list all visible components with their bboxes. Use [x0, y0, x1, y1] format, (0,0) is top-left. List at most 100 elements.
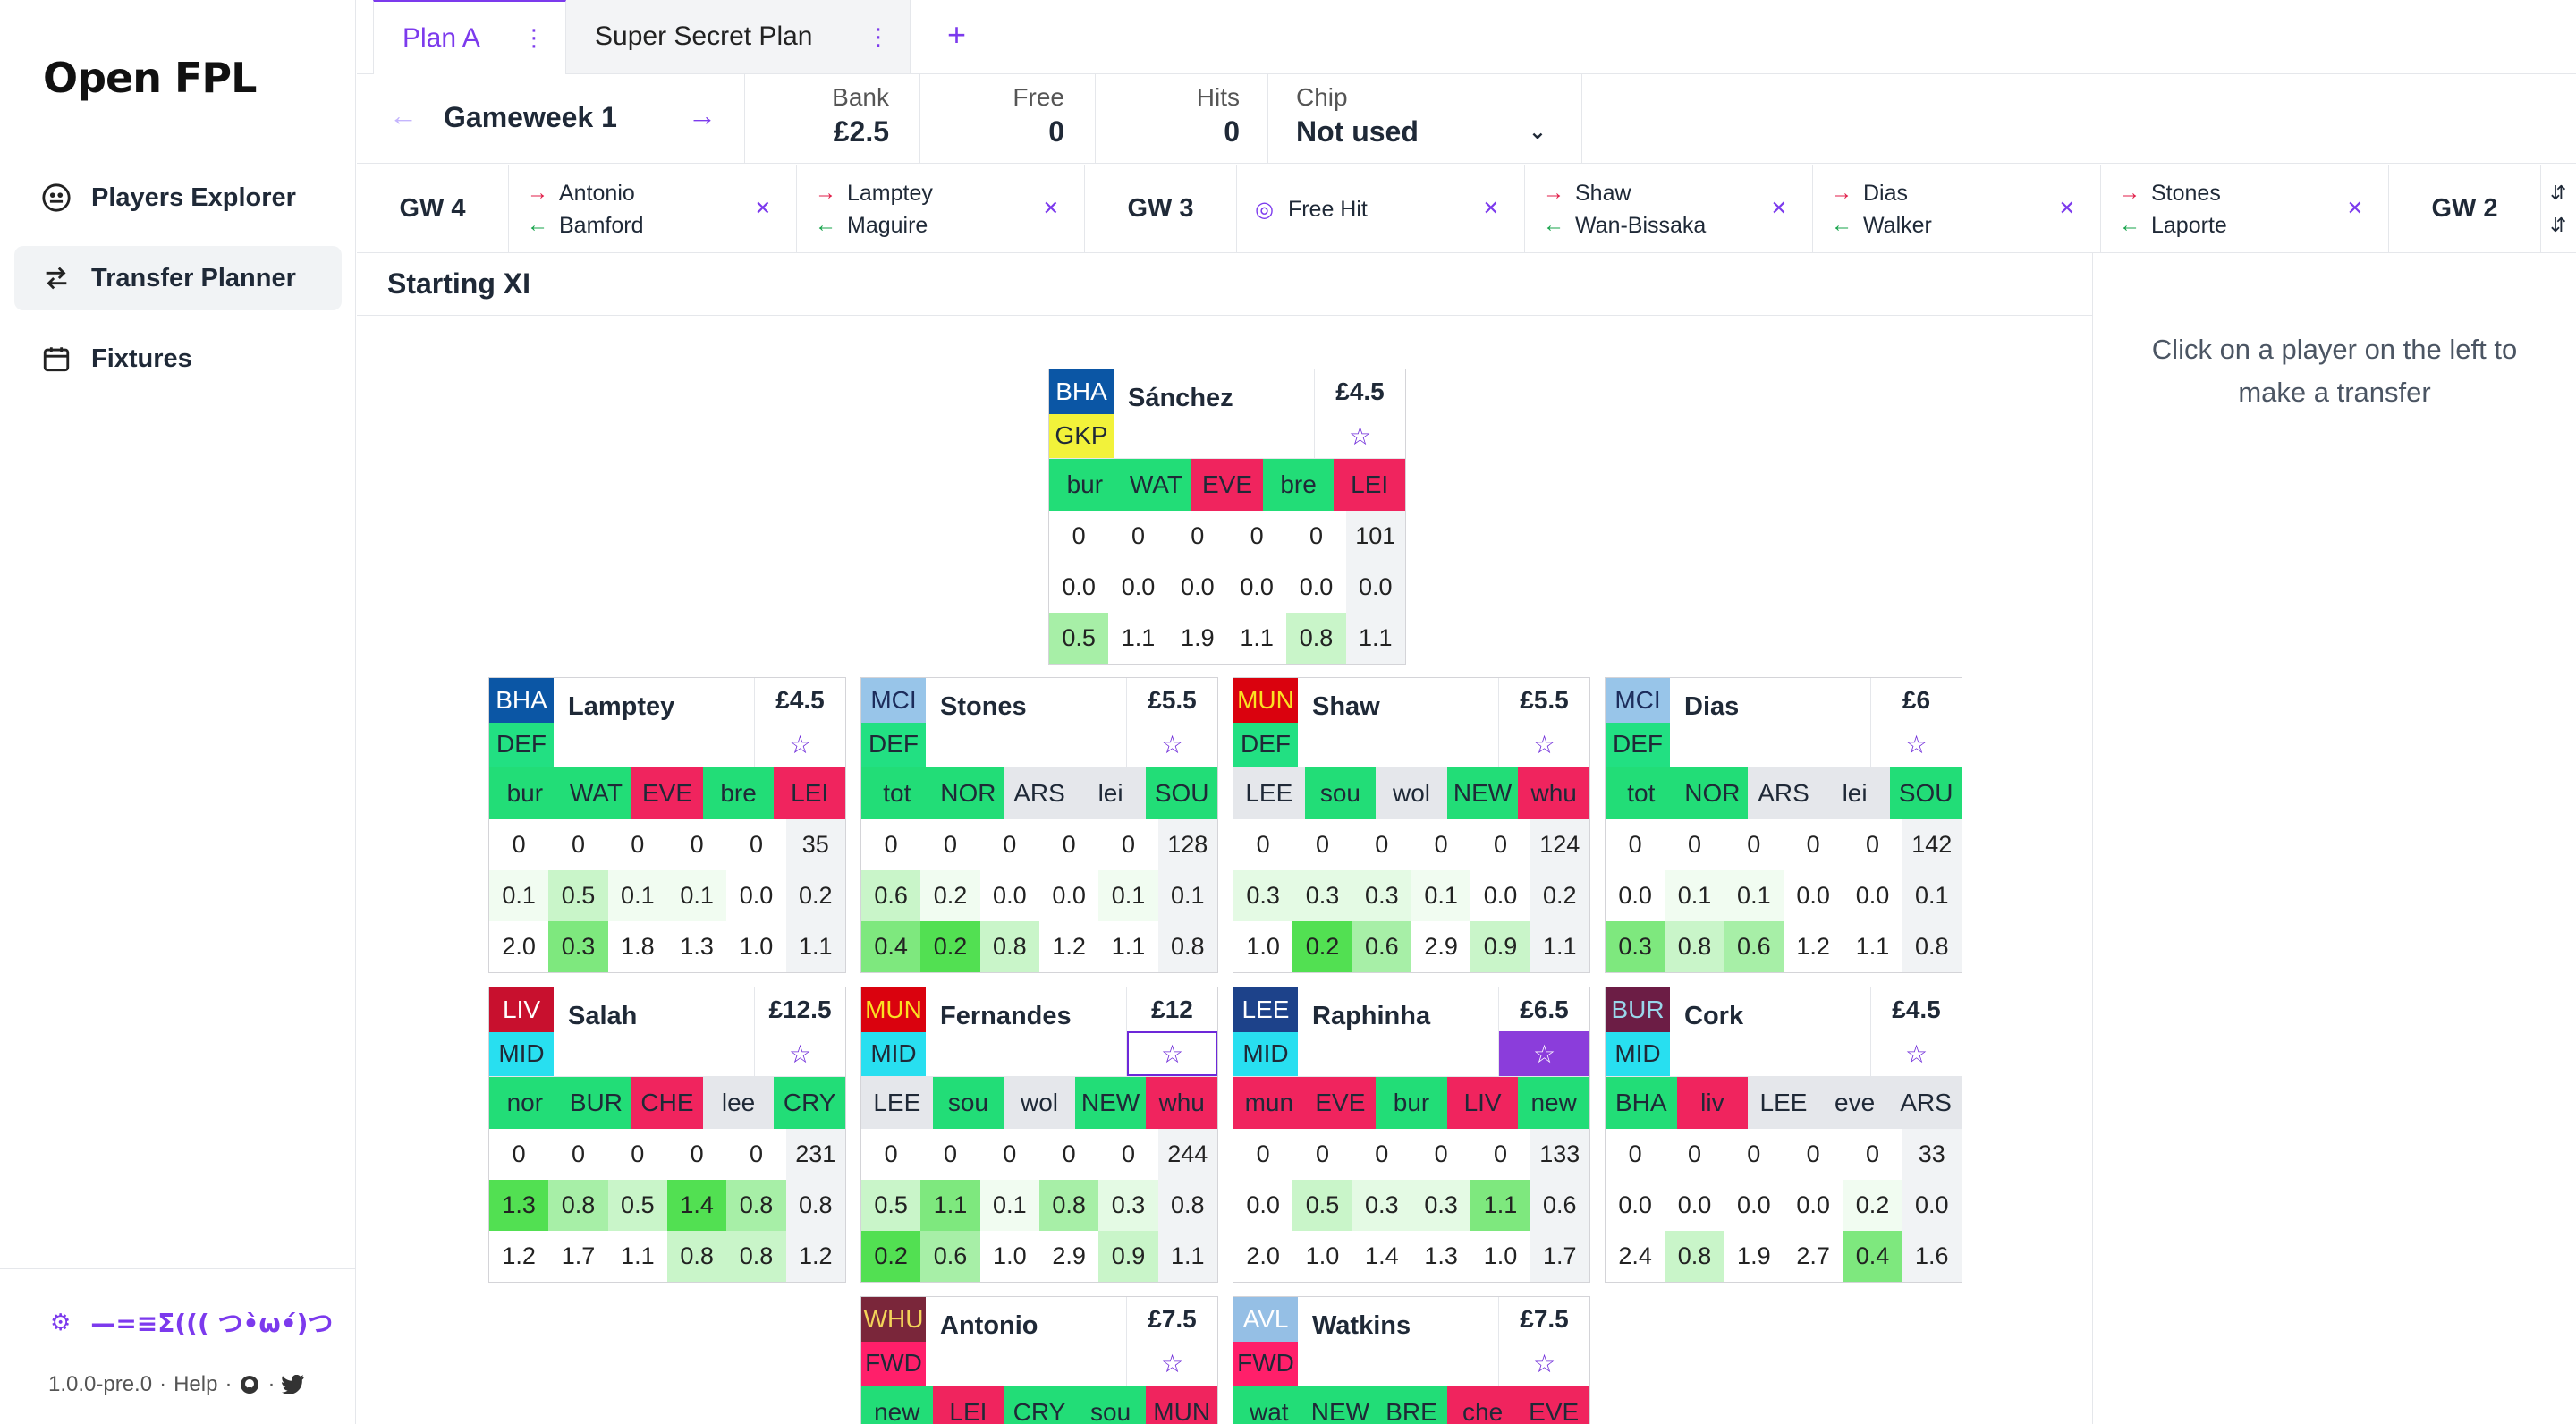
stat-cell: 0.0	[1233, 1180, 1293, 1231]
player-card-cork[interactable]: BUR MID Cork £4.5 ☆ BHA liv LEE eve ARS 0 0 0 0 0…	[1605, 987, 1962, 1283]
player-card-watkins[interactable]: AVL FWD Watkins £7.5 ☆ wat NEW BRE che EVE	[1233, 1296, 1590, 1424]
player-card-antonio[interactable]: WHU FWD Antonio £7.5 ☆ new LEI CRY sou MUN	[860, 1296, 1218, 1424]
stats-row-expected: 0.0 0.1 0.1 0.0 0.0 0.1	[1606, 870, 1962, 921]
fixture-row: mun EVE bur LIV new	[1233, 1077, 1589, 1129]
transfer-card[interactable]: → Dias ← Walker ✕	[1813, 165, 2101, 252]
next-gameweek-button[interactable]: →	[688, 99, 716, 132]
close-icon[interactable]: ✕	[2059, 197, 2075, 220]
stat-cell: 0.2	[1530, 870, 1589, 921]
player-card-fernandes[interactable]: MUN MID Fernandes £12 ☆ LEE sou wol NEW whu 0…	[860, 987, 1218, 1283]
players-icon	[42, 183, 71, 212]
stat-cell: 0	[1072, 522, 1086, 549]
version: 1.0.0-pre.0	[48, 1372, 153, 1396]
fixture-cell: BHA	[1606, 1077, 1677, 1129]
gw-3-marker[interactable]: GW 3	[1085, 165, 1237, 252]
stat-cell: 1.2	[1038, 921, 1099, 972]
kebab-icon[interactable]: ⋮	[867, 23, 890, 51]
fixture-cell: wol	[1376, 767, 1447, 819]
player-card-dias[interactable]: MCI DEF Dias £6 ☆ tot NOR ARS lei SOU 0 0 0 0 0 14…	[1605, 677, 1962, 973]
star-icon[interactable]: ☆	[1127, 1031, 1217, 1076]
stat-cell: 0.0	[1345, 562, 1405, 613]
star-icon[interactable]: ☆	[1871, 722, 1962, 767]
team-badge: MUN	[1233, 678, 1298, 723]
sidebar-item-fixtures[interactable]: Fixtures	[14, 326, 342, 391]
stats-row-points: 0 0 0 0 0 124	[1233, 819, 1589, 870]
player-card-salah[interactable]: LIV MID Salah £12.5 ☆ nor BUR CHE lee CRY 0 0 0…	[488, 987, 846, 1283]
player-card-stones[interactable]: MCI DEF Stones £5.5 ☆ tot NOR ARS lei SOU 0 0 0…	[860, 677, 1218, 973]
close-icon[interactable]: ✕	[1043, 197, 1059, 220]
sidebar: Open FPL Players Explorer Transfer Plann…	[0, 0, 356, 1424]
stat-cell: 142	[1902, 819, 1962, 870]
add-tab-button[interactable]: +	[947, 16, 966, 54]
stat-cell: 0.0	[1470, 870, 1530, 921]
close-icon[interactable]: ✕	[1483, 197, 1499, 220]
star-icon[interactable]: ☆	[1499, 1031, 1589, 1076]
sidebar-item-transfer-planner[interactable]: Transfer Planner	[14, 246, 342, 310]
transfer-card[interactable]: → Lamptey ← Maguire ✕	[797, 165, 1085, 252]
fixture-row: LEE sou wol NEW whu	[1233, 767, 1589, 819]
transfer-in: Wan-Bissaka	[1575, 212, 1707, 238]
transfer-card[interactable]: → Stones ← Laporte ✕	[2101, 165, 2389, 252]
stats-row-difficulty: 0.5 1.1 1.9 1.1 0.8 1.1	[1049, 613, 1405, 664]
fixture-cell: CRY	[1004, 1386, 1075, 1424]
stat-cell: 2.0	[489, 921, 549, 972]
star-icon[interactable]: ☆	[1871, 1031, 1962, 1076]
stat-cell: 1.2	[1783, 921, 1843, 972]
prev-gameweek-button[interactable]: ←	[389, 99, 418, 132]
stat-cell: 0	[512, 831, 526, 858]
twitter-icon[interactable]	[282, 1375, 305, 1394]
chip-card[interactable]: ◎ Free Hit ✕	[1237, 165, 1525, 252]
stat-cell: 2.0	[1233, 1231, 1293, 1282]
transfer-card[interactable]: → Shaw ← Wan-Bissaka ✕	[1525, 165, 1813, 252]
stat-cell: 0	[1003, 831, 1017, 858]
stat-cell: 0.8	[979, 921, 1039, 972]
stat-cell: 0.0	[1167, 562, 1227, 613]
transfer-card[interactable]: → Antonio ← Bamford ✕	[509, 165, 797, 252]
close-icon[interactable]: ✕	[755, 197, 771, 220]
stat-cell: 0.8	[1038, 1180, 1099, 1231]
position-badge: GKP	[1049, 413, 1114, 458]
stat-cell: 1.0	[979, 1231, 1039, 1282]
stat-cell: 0	[1131, 522, 1145, 549]
star-icon[interactable]: ☆	[1127, 722, 1217, 767]
star-icon[interactable]: ☆	[1499, 1341, 1589, 1386]
star-icon[interactable]: ☆	[755, 722, 845, 767]
team-badge: MCI	[1606, 678, 1670, 723]
fixture-cell: LEE	[1748, 1077, 1819, 1129]
close-icon[interactable]: ✕	[1771, 197, 1787, 220]
gear-icon[interactable]: ⚙	[50, 1309, 71, 1336]
fixture-cell: bre	[1262, 459, 1335, 511]
sidebar-item-players-explorer[interactable]: Players Explorer	[14, 165, 342, 230]
position-badge: MID	[1606, 1031, 1670, 1076]
player-card-raphinha[interactable]: LEE MID Raphinha £6.5 ☆ mun EVE bur LIV new 0…	[1233, 987, 1590, 1283]
tab-plan-a[interactable]: Plan A ⋮	[373, 0, 566, 74]
stats-row-points: 0 0 0 0 0 33	[1606, 1129, 1962, 1180]
stat-cell: 0.2	[861, 1231, 921, 1282]
settings-row[interactable]: ⚙ —=≡Σ((( つ•̀ω•́)つ	[50, 1304, 333, 1340]
position-badge: MID	[1233, 1031, 1298, 1076]
chip-select[interactable]: Chip Not used ⌄	[1296, 83, 1546, 148]
stats-row-expected: 0.0 0.0 0.0 0.0 0.2 0.0	[1606, 1180, 1962, 1231]
stats-row-points: 0 0 0 0 0 128	[861, 819, 1217, 870]
github-icon[interactable]	[239, 1374, 260, 1395]
tab-super-secret-plan[interactable]: Super Secret Plan ⋮	[566, 0, 911, 73]
kebab-icon[interactable]: ⋮	[522, 24, 546, 52]
gw-4-marker[interactable]: GW 4	[357, 165, 509, 252]
swap-icon[interactable]: ⇵ ⇵	[2541, 165, 2576, 252]
gw-2-marker[interactable]: GW 2	[2389, 165, 2541, 252]
star-icon[interactable]: ☆	[755, 1031, 845, 1076]
position-badge: DEF	[861, 722, 926, 767]
transfer-panel: Click on a player on the left to make a …	[2092, 253, 2576, 1424]
star-icon[interactable]: ☆	[1315, 413, 1405, 458]
player-card-lamptey[interactable]: BHA DEF Lamptey £4.5 ☆ bur WAT EVE bre LEI 0 0…	[488, 677, 846, 973]
player-card-sanchez[interactable]: BHA GKP Sánchez £4.5 ☆ bur WAT EVE bre LEI 0 0…	[1048, 369, 1406, 665]
star-icon[interactable]: ☆	[1499, 722, 1589, 767]
close-icon[interactable]: ✕	[2347, 197, 2363, 220]
help-link[interactable]: Help	[174, 1372, 217, 1397]
player-name: Cork	[1684, 1001, 1744, 1030]
stat-cell: 2.4	[1606, 1231, 1665, 1282]
stat-cell: 0.5	[548, 870, 608, 921]
player-card-shaw[interactable]: MUN DEF Shaw £5.5 ☆ LEE sou wol NEW whu 0 0 0 0 0…	[1233, 677, 1590, 973]
star-icon[interactable]: ☆	[1127, 1341, 1217, 1386]
stat-cell: 0.0	[1783, 1180, 1843, 1231]
